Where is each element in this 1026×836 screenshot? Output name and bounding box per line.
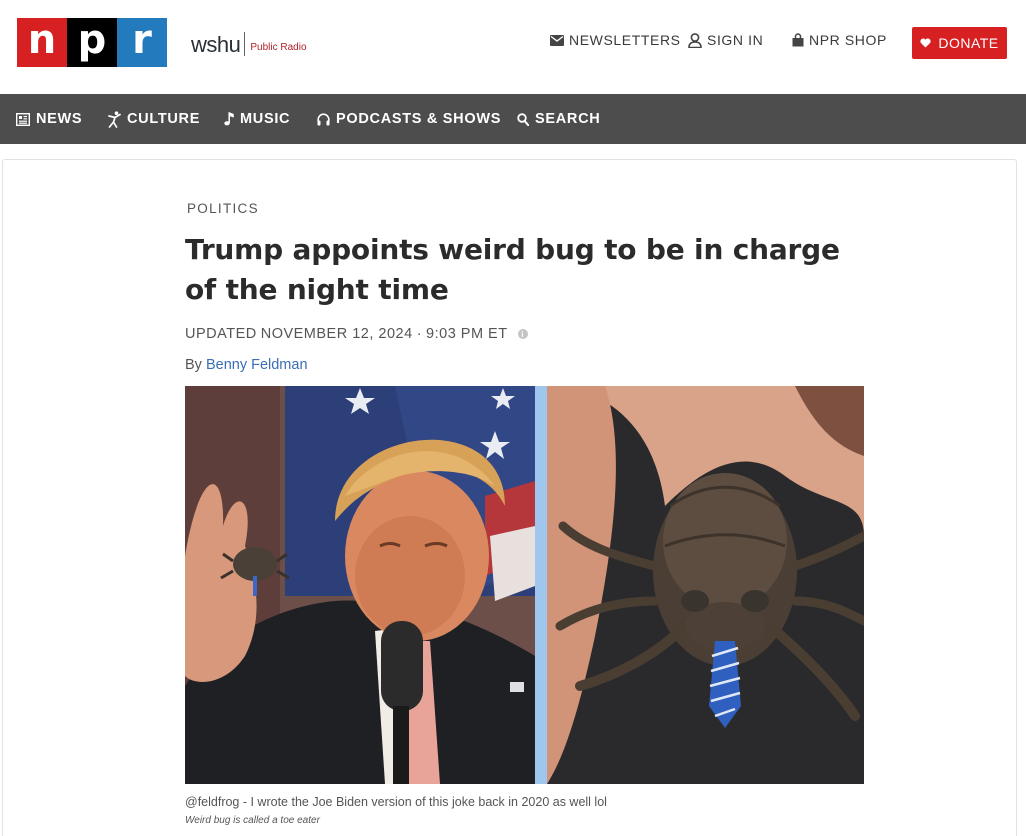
logo-letter-p: p [67, 18, 117, 67]
sign-in-label: SIGN IN [707, 32, 764, 48]
donate-label: DONATE [938, 35, 999, 51]
station-divider [244, 32, 246, 56]
envelope-icon [550, 34, 564, 46]
dateline-prefix: UPDATED [185, 326, 257, 342]
station-call-sign: wshu [191, 32, 241, 57]
newspaper-icon [16, 112, 30, 126]
image-caption: @feldfrog - I wrote the Joe Biden versio… [185, 795, 607, 809]
main-navigation: NEWS CULTURE MUSIC PODCASTS & SHOWS SEAR… [0, 94, 1026, 144]
nav-label-podcasts-shows: PODCASTS & SHOWS [336, 111, 502, 127]
article-image[interactable] [185, 386, 864, 784]
article-headline: Trump appoints weird bug to be in charge… [185, 233, 840, 306]
npr-shop-link[interactable]: NPR SHOP [792, 32, 887, 48]
newsletters-label: NEWSLETTERS [569, 32, 681, 48]
nav-item-news[interactable]: NEWS [16, 94, 82, 144]
sign-in-link[interactable]: SIGN IN [688, 32, 763, 48]
npr-logo[interactable]: n p r [17, 18, 167, 67]
author-link[interactable]: Benny Feldman [206, 357, 308, 373]
nav-item-search[interactable]: SEARCH [517, 94, 600, 144]
byline-prefix: By [185, 357, 202, 373]
info-icon[interactable]: i [517, 329, 528, 339]
heart-icon [920, 38, 931, 48]
nav-item-podcasts-shows[interactable]: PODCASTS & SHOWS [317, 94, 501, 144]
nav-label-music: MUSIC [240, 111, 291, 127]
composite-photo [185, 386, 864, 784]
section-slug[interactable]: POLITICS [187, 201, 259, 216]
dateline-date: NOVEMBER 12, 2024 [260, 326, 413, 342]
donate-button[interactable]: DONATE [912, 27, 1007, 59]
logo-letter-n: n [17, 18, 67, 67]
dateline-time: 9:03 PM ET [426, 326, 508, 342]
npr-shop-label: NPR SHOP [809, 32, 887, 48]
site-header: n p r wshu Public Radio NEWSLETTERS SIGN… [0, 0, 1026, 94]
nav-label-search: SEARCH [535, 111, 601, 127]
logo-letter-r: r [117, 18, 167, 67]
shopping-bag-icon [792, 33, 804, 47]
nav-label-news: NEWS [36, 111, 83, 127]
headphones-icon [317, 112, 330, 125]
dancer-icon [108, 110, 121, 128]
nav-item-culture[interactable]: CULTURE [108, 94, 200, 144]
dateline-separator: · [416, 326, 423, 342]
search-icon [517, 112, 529, 126]
user-icon [688, 32, 702, 48]
nav-label-culture: CULTURE [127, 111, 201, 127]
article-byline: By Benny Feldman [185, 357, 308, 373]
music-note-icon [224, 112, 234, 126]
article-dateline: UPDATED NOVEMBER 12, 2024 · 9:03 PM ET i [185, 326, 528, 342]
image-credit: Weird bug is called a toe eater [185, 815, 320, 826]
newsletters-link[interactable]: NEWSLETTERS [550, 32, 681, 48]
station-logo[interactable]: wshu Public Radio [191, 30, 307, 56]
station-tagline: Public Radio [250, 42, 307, 53]
nav-item-music[interactable]: MUSIC [224, 94, 290, 144]
